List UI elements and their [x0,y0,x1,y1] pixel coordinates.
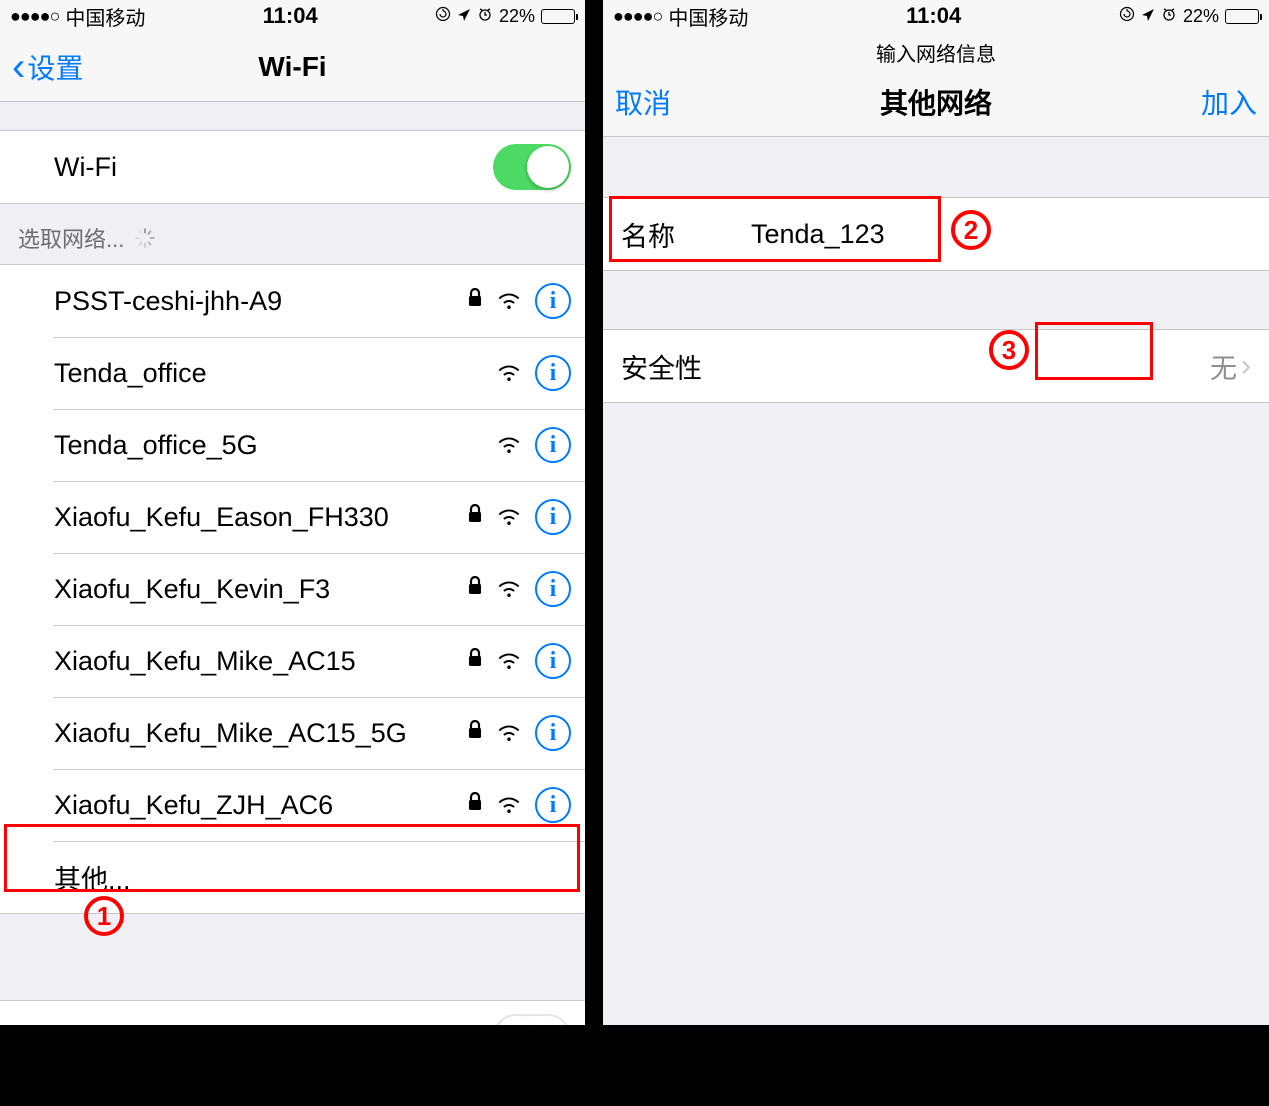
orientation-lock-icon [435,6,451,27]
ask-join-row: 询问是否加入网络 [0,1001,585,1025]
ask-join-group: 询问是否加入网络 [0,1000,585,1025]
back-label: 设置 [27,47,83,87]
network-row[interactable]: Xiaofu_Kefu_Eason_FH330 i [0,481,585,553]
chevron-right-icon: › [1241,349,1251,383]
join-button[interactable]: 加入 [1201,82,1257,122]
network-ssid: Xiaofu_Kefu_Mike_AC15 [54,646,467,677]
network-list: PSST-ceshi-jhh-A9iTenda_officeiTenda_off… [0,264,585,914]
network-ssid: Tenda_office_5G [54,430,497,461]
battery-pct-label: 22% [1183,6,1219,27]
lock-icon [467,504,483,530]
info-button[interactable]: i [535,643,571,679]
back-button[interactable]: ‹ 设置 [12,47,83,87]
network-ssid: Xiaofu_Kefu_ZJH_AC6 [54,790,467,821]
wifi-signal-icon [497,361,521,385]
network-row[interactable]: PSST-ceshi-jhh-A9 i [0,265,585,337]
page-title: 其他网络 [880,82,992,122]
info-button[interactable]: i [535,499,571,535]
ask-join-switch[interactable] [493,1014,571,1025]
network-row[interactable]: Tenda_office i [0,337,585,409]
carrier-label: 中国移动 [65,2,145,31]
network-ssid: Tenda_office [54,358,497,389]
lock-icon [467,288,483,314]
chevron-left-icon: ‹ [12,47,25,87]
alarm-icon [1161,6,1177,27]
signal-dots-icon: ●●●●○ [613,6,662,27]
wifi-toggle-switch[interactable] [493,144,571,190]
battery-icon [541,9,575,24]
network-ssid: PSST-ceshi-jhh-A9 [54,286,467,317]
network-name-input[interactable] [751,219,1251,250]
lock-icon [467,792,483,818]
location-icon [457,6,471,27]
nav-bar: ‹ 设置 Wi-Fi [0,32,585,102]
wifi-signal-icon [497,649,521,673]
wifi-toggle-group: Wi-Fi [0,130,585,204]
status-bar: ●●●●○ 中国移动 11:04 22% [0,0,585,32]
nav-prompt: 输入网络信息 [603,32,1269,67]
status-bar: ●●●●○ 中国移动 11:04 22% [603,0,1269,32]
network-ssid: Xiaofu_Kefu_Kevin_F3 [54,574,467,605]
security-label: 安全性 [621,347,1210,386]
annotation-badge-1: 1 [84,896,124,936]
wifi-settings-screen: ●●●●○ 中国移动 11:04 22% ‹ 设置 Wi-Fi Wi-Fi [0,0,585,1025]
info-button[interactable]: i [535,427,571,463]
wifi-signal-icon [497,505,521,529]
info-button[interactable]: i [535,715,571,751]
battery-icon [1225,9,1259,24]
lock-icon [467,720,483,746]
spinner-icon [134,227,156,249]
security-row[interactable]: 安全性 无 › [603,329,1269,403]
ask-join-label: 询问是否加入网络 [20,1018,493,1026]
annotation-badge-3: 3 [989,330,1029,370]
other-label: 其他... [54,858,571,897]
wifi-signal-icon [497,721,521,745]
wifi-toggle-row: Wi-Fi [0,131,585,203]
wifi-toggle-label: Wi-Fi [54,152,493,183]
wifi-signal-icon [497,577,521,601]
info-button[interactable]: i [535,283,571,319]
network-name-row[interactable]: 名称 [603,197,1269,271]
network-row[interactable]: Xiaofu_Kefu_Mike_AC15_5G i [0,697,585,769]
alarm-icon [477,6,493,27]
choose-network-header: 选取网络... [0,204,585,264]
cancel-button[interactable]: 取消 [615,82,671,122]
network-ssid: Xiaofu_Kefu_Mike_AC15_5G [54,718,467,749]
other-network-screen: ●●●●○ 中国移动 11:04 22% 输入网络信息 取消 其他网络 加入 名… [603,0,1269,1025]
network-row[interactable]: Xiaofu_Kefu_Mike_AC15 i [0,625,585,697]
annotation-badge-2: 2 [951,210,991,250]
orientation-lock-icon [1119,6,1135,27]
info-button[interactable]: i [535,571,571,607]
info-button[interactable]: i [535,355,571,391]
carrier-label: 中国移动 [668,2,748,31]
network-row[interactable]: Tenda_office_5G i [0,409,585,481]
info-button[interactable]: i [535,787,571,823]
wifi-signal-icon [497,433,521,457]
network-row[interactable]: Xiaofu_Kefu_ZJH_AC6 i [0,769,585,841]
wifi-signal-icon [497,793,521,817]
nav-bar: 取消 其他网络 加入 [603,67,1269,137]
signal-dots-icon: ●●●●○ [10,6,59,27]
lock-icon [467,648,483,674]
lock-icon [467,576,483,602]
page-title: Wi-Fi [258,51,326,83]
name-label: 名称 [621,215,751,254]
network-ssid: Xiaofu_Kefu_Eason_FH330 [54,502,467,533]
location-icon [1141,6,1155,27]
network-row[interactable]: Xiaofu_Kefu_Kevin_F3 i [0,553,585,625]
clock-label: 11:04 [906,3,961,29]
battery-pct-label: 22% [499,6,535,27]
clock-label: 11:04 [263,3,318,29]
wifi-signal-icon [497,289,521,313]
security-value: 无 [1210,347,1237,386]
